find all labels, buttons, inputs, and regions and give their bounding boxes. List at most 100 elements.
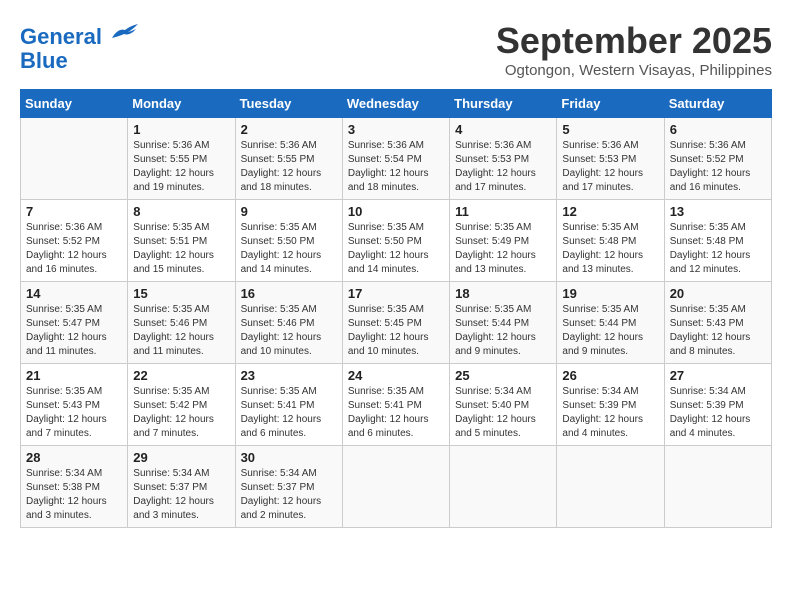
calendar-body: 1 Sunrise: 5:36 AM Sunset: 5:55 PM Daylig… bbox=[21, 118, 772, 528]
calendar-cell: 27 Sunrise: 5:34 AM Sunset: 5:39 PM Dayli… bbox=[664, 364, 771, 446]
calendar-cell: 4 Sunrise: 5:36 AM Sunset: 5:53 PM Daylig… bbox=[450, 118, 557, 200]
day-number: 30 bbox=[241, 450, 337, 465]
day-info: Sunrise: 5:36 AM Sunset: 5:53 PM Dayligh… bbox=[562, 139, 658, 195]
day-info: Sunrise: 5:36 AM Sunset: 5:55 PM Dayligh… bbox=[133, 139, 229, 195]
day-number: 23 bbox=[241, 368, 337, 383]
day-info: Sunrise: 5:36 AM Sunset: 5:52 PM Dayligh… bbox=[670, 139, 766, 195]
day-info: Sunrise: 5:35 AM Sunset: 5:48 PM Dayligh… bbox=[670, 221, 766, 277]
week-row-3: 14 Sunrise: 5:35 AM Sunset: 5:47 PM Dayli… bbox=[21, 282, 772, 364]
calendar-cell bbox=[450, 446, 557, 528]
day-info: Sunrise: 5:35 AM Sunset: 5:46 PM Dayligh… bbox=[133, 303, 229, 359]
day-info: Sunrise: 5:35 AM Sunset: 5:41 PM Dayligh… bbox=[348, 385, 444, 441]
day-info: Sunrise: 5:35 AM Sunset: 5:44 PM Dayligh… bbox=[455, 303, 551, 359]
calendar-cell: 14 Sunrise: 5:35 AM Sunset: 5:47 PM Dayli… bbox=[21, 282, 128, 364]
day-number: 25 bbox=[455, 368, 551, 383]
calendar-cell: 10 Sunrise: 5:35 AM Sunset: 5:50 PM Dayli… bbox=[342, 200, 449, 282]
day-number: 27 bbox=[670, 368, 766, 383]
day-info: Sunrise: 5:35 AM Sunset: 5:50 PM Dayligh… bbox=[348, 221, 444, 277]
calendar-cell: 6Sunrise: 5:36 AM Sunset: 5:52 PM Daylig… bbox=[664, 118, 771, 200]
day-info: Sunrise: 5:35 AM Sunset: 5:45 PM Dayligh… bbox=[348, 303, 444, 359]
calendar-cell: 26 Sunrise: 5:34 AM Sunset: 5:39 PM Dayli… bbox=[557, 364, 664, 446]
calendar-cell: 24 Sunrise: 5:35 AM Sunset: 5:41 PM Dayli… bbox=[342, 364, 449, 446]
day-number: 28 bbox=[26, 450, 122, 465]
day-info: Sunrise: 5:34 AM Sunset: 5:39 PM Dayligh… bbox=[562, 385, 658, 441]
day-info: Sunrise: 5:35 AM Sunset: 5:43 PM Dayligh… bbox=[670, 303, 766, 359]
calendar-cell: 8 Sunrise: 5:35 AM Sunset: 5:51 PM Daylig… bbox=[128, 200, 235, 282]
calendar-cell bbox=[664, 446, 771, 528]
day-info: Sunrise: 5:34 AM Sunset: 5:37 PM Dayligh… bbox=[133, 467, 229, 523]
day-number: 19 bbox=[562, 286, 658, 301]
calendar-cell: 3Sunrise: 5:36 AM Sunset: 5:54 PM Daylig… bbox=[342, 118, 449, 200]
calendar-cell: 2 Sunrise: 5:36 AM Sunset: 5:55 PM Daylig… bbox=[235, 118, 342, 200]
day-info: Sunrise: 5:35 AM Sunset: 5:49 PM Dayligh… bbox=[455, 221, 551, 277]
calendar-cell: 13 Sunrise: 5:35 AM Sunset: 5:48 PM Dayli… bbox=[664, 200, 771, 282]
calendar-cell: 16 Sunrise: 5:35 AM Sunset: 5:46 PM Dayli… bbox=[235, 282, 342, 364]
calendar-cell: 20 Sunrise: 5:35 AM Sunset: 5:43 PM Dayli… bbox=[664, 282, 771, 364]
logo-text: General Blue bbox=[20, 20, 140, 73]
day-info: Sunrise: 5:36 AM Sunset: 5:55 PM Dayligh… bbox=[241, 139, 337, 195]
day-info: Sunrise: 5:34 AM Sunset: 5:38 PM Dayligh… bbox=[26, 467, 122, 523]
day-info: Sunrise: 5:34 AM Sunset: 5:39 PM Dayligh… bbox=[670, 385, 766, 441]
calendar-cell: 12 Sunrise: 5:35 AM Sunset: 5:48 PM Dayli… bbox=[557, 200, 664, 282]
location: Ogtongon, Western Visayas, Philippines bbox=[496, 62, 772, 79]
calendar-header: SundayMondayTuesdayWednesdayThursdayFrid… bbox=[21, 90, 772, 118]
day-number: 12 bbox=[562, 204, 658, 219]
calendar-cell: 23 Sunrise: 5:35 AM Sunset: 5:41 PM Dayli… bbox=[235, 364, 342, 446]
day-number: 20 bbox=[670, 286, 766, 301]
day-info: Sunrise: 5:35 AM Sunset: 5:48 PM Dayligh… bbox=[562, 221, 658, 277]
col-header-thursday: Thursday bbox=[450, 90, 557, 118]
calendar-cell: 30 Sunrise: 5:34 AM Sunset: 5:37 PM Dayli… bbox=[235, 446, 342, 528]
week-row-5: 28 Sunrise: 5:34 AM Sunset: 5:38 PM Dayli… bbox=[21, 446, 772, 528]
day-number: 16 bbox=[241, 286, 337, 301]
day-number: 9 bbox=[241, 204, 337, 219]
logo-blue: Blue bbox=[20, 48, 68, 73]
day-number: 4 bbox=[455, 122, 551, 137]
calendar-cell: 19 Sunrise: 5:35 AM Sunset: 5:44 PM Dayli… bbox=[557, 282, 664, 364]
day-info: Sunrise: 5:35 AM Sunset: 5:41 PM Dayligh… bbox=[241, 385, 337, 441]
day-number: 8 bbox=[133, 204, 229, 219]
logo-general: General bbox=[20, 24, 102, 49]
col-header-wednesday: Wednesday bbox=[342, 90, 449, 118]
day-info: Sunrise: 5:35 AM Sunset: 5:47 PM Dayligh… bbox=[26, 303, 122, 359]
day-number: 7 bbox=[26, 204, 122, 219]
week-row-1: 1 Sunrise: 5:36 AM Sunset: 5:55 PM Daylig… bbox=[21, 118, 772, 200]
week-row-4: 21 Sunrise: 5:35 AM Sunset: 5:43 PM Dayli… bbox=[21, 364, 772, 446]
day-info: Sunrise: 5:35 AM Sunset: 5:51 PM Dayligh… bbox=[133, 221, 229, 277]
day-number: 13 bbox=[670, 204, 766, 219]
col-header-tuesday: Tuesday bbox=[235, 90, 342, 118]
day-info: Sunrise: 5:36 AM Sunset: 5:53 PM Dayligh… bbox=[455, 139, 551, 195]
calendar-cell: 29Sunrise: 5:34 AM Sunset: 5:37 PM Dayli… bbox=[128, 446, 235, 528]
day-info: Sunrise: 5:35 AM Sunset: 5:44 PM Dayligh… bbox=[562, 303, 658, 359]
day-number: 24 bbox=[348, 368, 444, 383]
col-header-monday: Monday bbox=[128, 90, 235, 118]
day-number: 2 bbox=[241, 122, 337, 137]
day-number: 3 bbox=[348, 122, 444, 137]
day-number: 21 bbox=[26, 368, 122, 383]
day-number: 26 bbox=[562, 368, 658, 383]
day-info: Sunrise: 5:34 AM Sunset: 5:37 PM Dayligh… bbox=[241, 467, 337, 523]
header-row: SundayMondayTuesdayWednesdayThursdayFrid… bbox=[21, 90, 772, 118]
title-block: September 2025 Ogtongon, Western Visayas… bbox=[496, 20, 772, 79]
day-number: 15 bbox=[133, 286, 229, 301]
day-number: 1 bbox=[133, 122, 229, 137]
day-info: Sunrise: 5:35 AM Sunset: 5:46 PM Dayligh… bbox=[241, 303, 337, 359]
day-info: Sunrise: 5:36 AM Sunset: 5:52 PM Dayligh… bbox=[26, 221, 122, 277]
day-info: Sunrise: 5:35 AM Sunset: 5:43 PM Dayligh… bbox=[26, 385, 122, 441]
calendar-cell: 22Sunrise: 5:35 AM Sunset: 5:42 PM Dayli… bbox=[128, 364, 235, 446]
calendar-cell: 15 Sunrise: 5:35 AM Sunset: 5:46 PM Dayli… bbox=[128, 282, 235, 364]
calendar-cell: 7 Sunrise: 5:36 AM Sunset: 5:52 PM Daylig… bbox=[21, 200, 128, 282]
calendar-table: SundayMondayTuesdayWednesdayThursdayFrid… bbox=[20, 89, 772, 528]
calendar-cell: 18Sunrise: 5:35 AM Sunset: 5:44 PM Dayli… bbox=[450, 282, 557, 364]
week-row-2: 7 Sunrise: 5:36 AM Sunset: 5:52 PM Daylig… bbox=[21, 200, 772, 282]
day-number: 10 bbox=[348, 204, 444, 219]
day-info: Sunrise: 5:34 AM Sunset: 5:40 PM Dayligh… bbox=[455, 385, 551, 441]
day-info: Sunrise: 5:35 AM Sunset: 5:42 PM Dayligh… bbox=[133, 385, 229, 441]
day-info: Sunrise: 5:35 AM Sunset: 5:50 PM Dayligh… bbox=[241, 221, 337, 277]
calendar-cell: 21 Sunrise: 5:35 AM Sunset: 5:43 PM Dayli… bbox=[21, 364, 128, 446]
day-number: 14 bbox=[26, 286, 122, 301]
calendar-cell bbox=[557, 446, 664, 528]
calendar-cell: 25 Sunrise: 5:34 AM Sunset: 5:40 PM Dayli… bbox=[450, 364, 557, 446]
day-number: 17 bbox=[348, 286, 444, 301]
col-header-sunday: Sunday bbox=[21, 90, 128, 118]
calendar-cell bbox=[21, 118, 128, 200]
